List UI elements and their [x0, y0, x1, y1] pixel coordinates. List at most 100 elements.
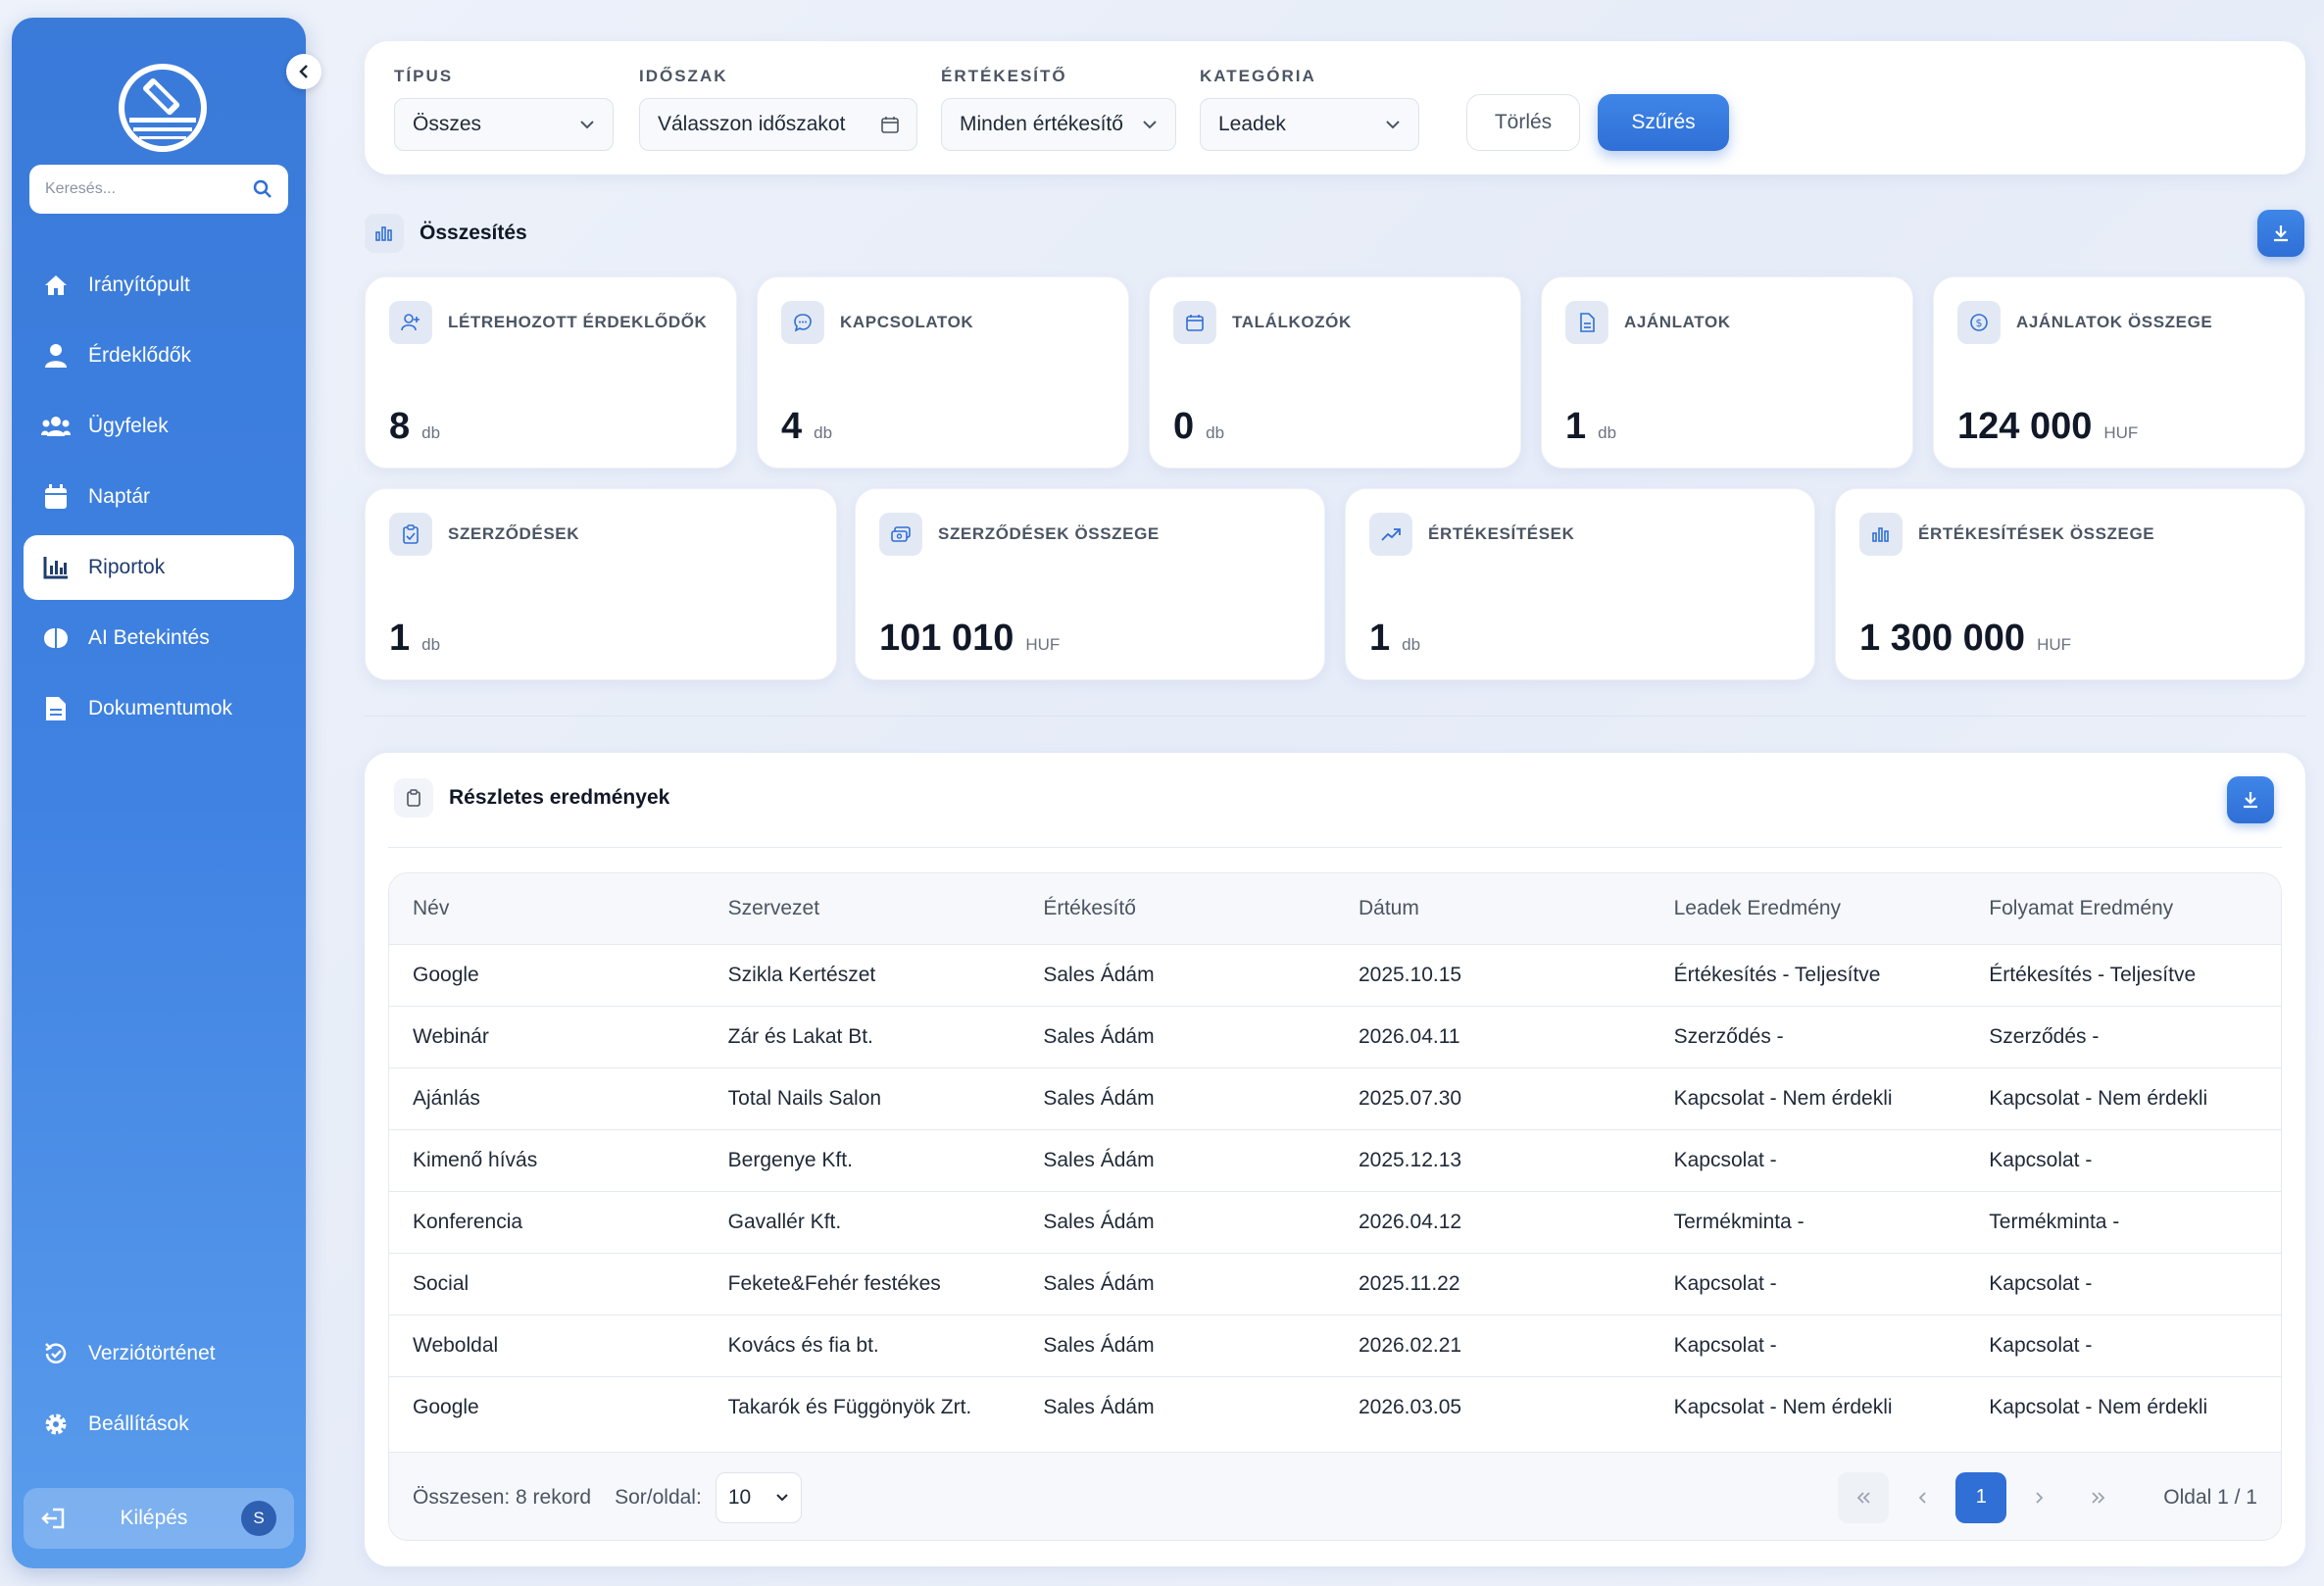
history-icon	[41, 1339, 71, 1368]
type-select[interactable]: Összes	[394, 98, 614, 151]
table-row[interactable]: Ajánlás Total Nails Salon Sales Ádám 202…	[389, 1067, 2281, 1129]
card-unit: HUF	[2103, 423, 2139, 442]
cell-organization: Takarók és Függönyök Zrt.	[727, 1395, 972, 1418]
prev-page-button[interactable]	[1897, 1472, 1948, 1523]
sidebar-item-label: Dokumentumok	[88, 697, 233, 719]
card-value: 1 300 000	[1859, 618, 2026, 659]
cell-process-result: Kapcsolat -	[1989, 1148, 2093, 1171]
period-picker-value: Válasszon időszakot	[658, 113, 846, 135]
sidebar-item-clients[interactable]: Ügyfelek	[24, 394, 294, 459]
details-header: Részletes eredmények	[394, 778, 669, 818]
chart-icon	[41, 553, 71, 582]
stat-card-offers-total: $ AJÁNLATOK ÖSSZEGE 124 000 HUF	[1933, 276, 2305, 469]
table-footer: Összesen: 8 rekord Sor/oldal: 10 1 Oldal…	[389, 1452, 2281, 1540]
summary-download-button[interactable]	[2257, 210, 2304, 257]
details-panel: Részletes eredmények Név Szervezet Érték…	[365, 753, 2305, 1566]
page-button-current[interactable]: 1	[1955, 1471, 2007, 1523]
cell-seller: Sales Ádám	[1043, 1395, 1155, 1418]
card-value: 4	[781, 406, 803, 447]
cell-date: 2025.10.15	[1358, 963, 1462, 986]
card-title: SZERZŐDÉSEK ÖSSZEGE	[938, 524, 1160, 543]
card-title: TALÁLKOZÓK	[1232, 313, 1352, 331]
per-page-label: Sor/oldal:	[615, 1485, 702, 1509]
sidebar-item-label: Érdeklődők	[88, 344, 192, 367]
sidebar-item-dashboard[interactable]: Irányítópult	[24, 253, 294, 318]
card-title: AJÁNLATOK ÖSSZEGE	[2016, 313, 2213, 331]
seller-select-value: Minden értékesítő	[960, 113, 1123, 135]
card-value: 8	[389, 406, 411, 447]
sidebar-item-calendar[interactable]: Naptár	[24, 465, 294, 529]
next-page-button[interactable]	[2014, 1472, 2065, 1523]
card-value: 124 000	[1957, 406, 2093, 447]
chevron-left-icon	[1918, 1491, 1926, 1504]
table-row[interactable]: Google Takarók és Függönyök Zrt. Sales Á…	[389, 1376, 2281, 1438]
section-divider	[365, 716, 2305, 717]
card-unit: db	[421, 423, 441, 442]
filter-category: KATEGÓRIA Leadek	[1200, 67, 1419, 151]
sidebar-item-leads[interactable]: Érdeklődők	[24, 323, 294, 388]
total-records: Összesen: 8 rekord	[413, 1485, 592, 1509]
clipboard-icon	[394, 778, 433, 818]
table-row[interactable]: Konferencia Gavallér Kft. Sales Ádám 202…	[389, 1191, 2281, 1253]
calendar-icon	[41, 482, 71, 512]
sidebar: Keresés... Irányítópult Érdeklődők Ügyfe…	[12, 18, 306, 1568]
file-icon	[1565, 301, 1608, 344]
chevron-left-icon	[299, 65, 308, 78]
sidebar-bottom-nav: Verziótörténet Beállítások	[24, 1321, 294, 1462]
cell-name: Webinár	[413, 1024, 489, 1048]
details-download-button[interactable]	[2227, 776, 2274, 823]
cell-process-result: Szerződés -	[1989, 1024, 2100, 1048]
column-header-date[interactable]: Dátum	[1335, 873, 1651, 944]
logout-button[interactable]: Kilépés S	[24, 1488, 294, 1549]
cell-seller: Sales Ádám	[1043, 1210, 1155, 1233]
chevron-down-icon	[776, 1494, 788, 1502]
last-page-button[interactable]	[2073, 1472, 2124, 1523]
category-select[interactable]: Leadek	[1200, 98, 1419, 151]
table-row[interactable]: Webinár Zár és Lakat Bt. Sales Ádám 2026…	[389, 1006, 2281, 1067]
svg-text:$: $	[1976, 317, 1983, 329]
clear-button[interactable]: Törlés	[1466, 94, 1580, 151]
app-logo	[119, 64, 207, 152]
search-input[interactable]: Keresés...	[29, 165, 288, 214]
cell-name: Kimenő hívás	[413, 1148, 538, 1171]
first-page-button[interactable]	[1838, 1471, 1890, 1523]
sidebar-item-version-history[interactable]: Verziótörténet	[24, 1321, 294, 1386]
money-icon	[879, 513, 922, 556]
card-unit: db	[1598, 423, 1617, 442]
table-row[interactable]: Social Fekete&Fehér festékes Sales Ádám …	[389, 1253, 2281, 1314]
cell-name: Weboldal	[413, 1333, 499, 1357]
panel-divider	[388, 847, 2282, 848]
column-header-name[interactable]: Név	[389, 873, 705, 944]
sidebar-item-ai-insights[interactable]: AI Betekintés	[24, 606, 294, 670]
sidebar-collapse-button[interactable]	[286, 54, 321, 89]
column-header-process-result[interactable]: Folyamat Eredmény	[1965, 873, 2281, 944]
cell-process-result: Kapcsolat -	[1989, 1271, 2093, 1295]
avatar[interactable]: S	[241, 1501, 276, 1536]
column-header-organization[interactable]: Szervezet	[705, 873, 1020, 944]
cell-lead-result: Kapcsolat - Nem érdekli	[1673, 1086, 1893, 1110]
column-header-seller[interactable]: Értékesítő	[1019, 873, 1335, 944]
search-icon[interactable]	[253, 179, 272, 199]
sidebar-item-documents[interactable]: Dokumentumok	[24, 676, 294, 741]
column-header-lead-result[interactable]: Leadek Eredmény	[1651, 873, 1966, 944]
user-icon	[41, 341, 71, 371]
stat-card-offers: AJÁNLATOK 1 db	[1541, 276, 1913, 469]
filter-seller: ÉRTÉKESÍTŐ Minden értékesítő	[941, 67, 1176, 151]
sidebar-item-settings[interactable]: Beállítások	[24, 1392, 294, 1457]
card-title: KAPCSOLATOK	[840, 313, 974, 331]
table-row[interactable]: Weboldal Kovács és fia bt. Sales Ádám 20…	[389, 1314, 2281, 1376]
card-unit: db	[1402, 635, 1421, 654]
per-page-select[interactable]: 10	[715, 1471, 802, 1523]
chevron-right-icon	[2036, 1491, 2044, 1504]
seller-select[interactable]: Minden értékesítő	[941, 98, 1176, 151]
filter-button[interactable]: Szűrés	[1598, 94, 1729, 151]
table-row[interactable]: Kimenő hívás Bergenye Kft. Sales Ádám 20…	[389, 1129, 2281, 1191]
period-picker[interactable]: Válasszon időszakot	[639, 98, 917, 151]
sidebar-item-reports[interactable]: Riportok	[24, 535, 294, 600]
card-title: ÉRTÉKESÍTÉSEK	[1428, 524, 1575, 543]
sidebar-item-label: Ügyfelek	[88, 415, 169, 437]
table-header-row: Név Szervezet Értékesítő Dátum Leadek Er…	[389, 873, 2281, 944]
cell-name: Google	[413, 963, 479, 986]
calendar-icon	[881, 117, 899, 133]
table-row[interactable]: Google Szikla Kertészet Sales Ádám 2025.…	[389, 944, 2281, 1006]
